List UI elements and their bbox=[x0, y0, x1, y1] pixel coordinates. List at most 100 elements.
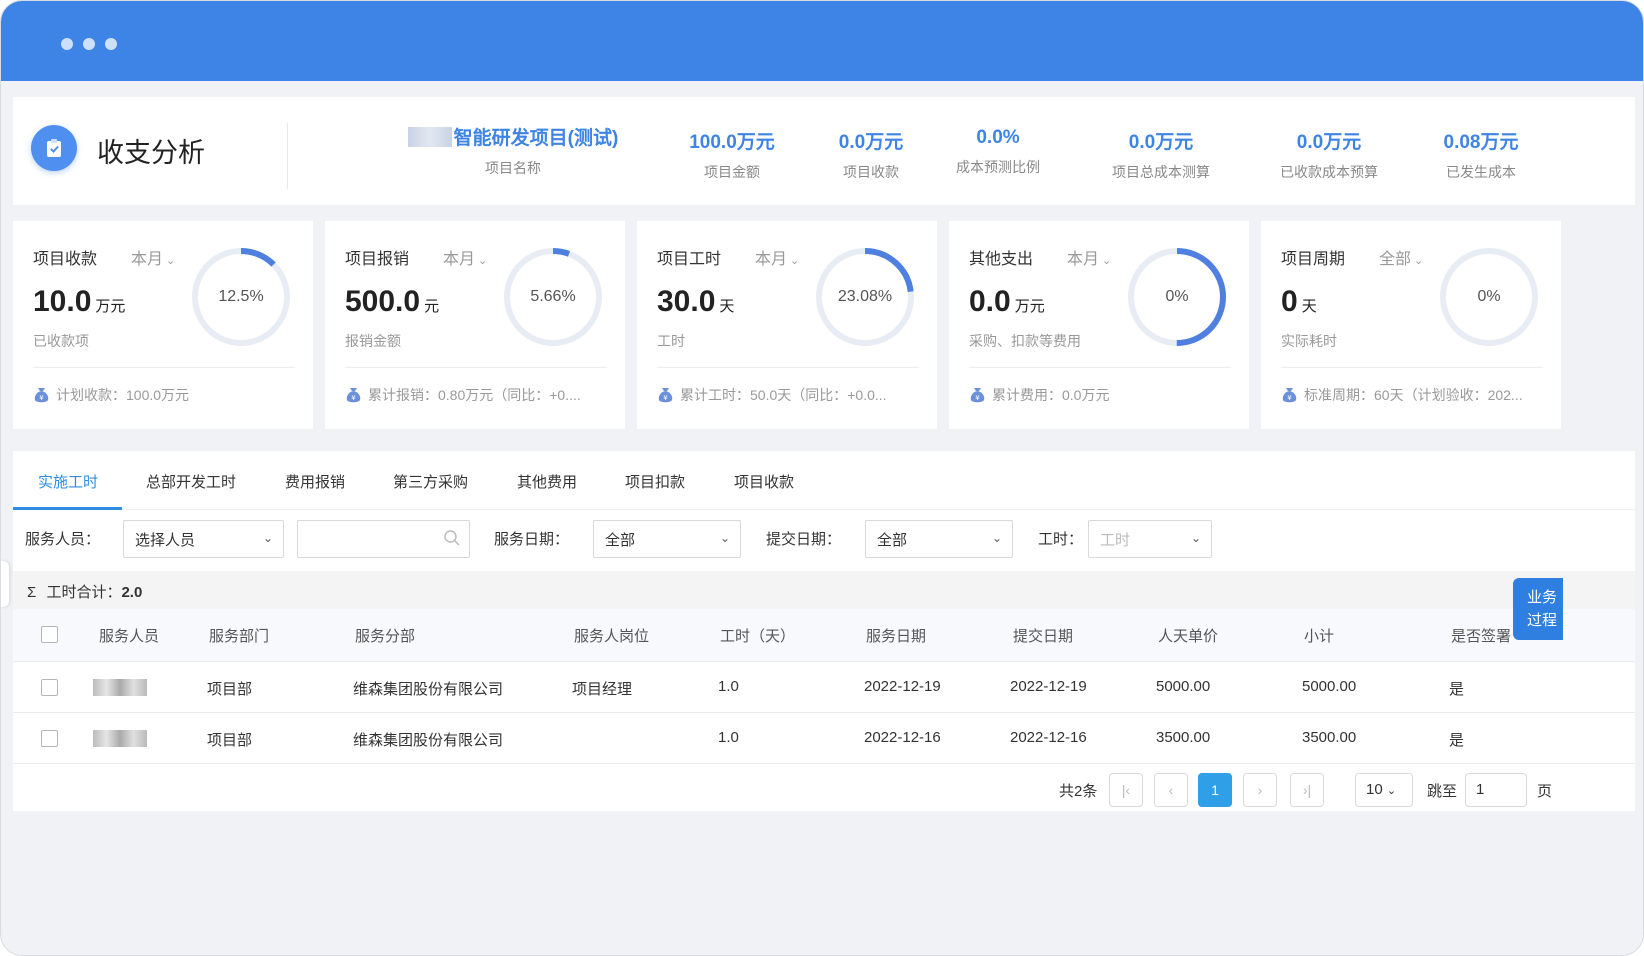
kpi-project-receipts: 0.0万元 项目收款 bbox=[819, 127, 923, 182]
chevron-down-icon: ⌄ bbox=[790, 255, 800, 267]
kpi-value: 0.08万元 bbox=[1443, 132, 1519, 153]
card-value-unit: 万元 bbox=[95, 298, 126, 315]
window-dot-icon[interactable] bbox=[83, 38, 95, 50]
collapse-handle[interactable] bbox=[1, 561, 9, 607]
period-value: 全部 bbox=[1379, 251, 1412, 268]
cell-subtotal: 5000.00 bbox=[1302, 678, 1357, 695]
select-all-checkbox[interactable] bbox=[41, 626, 58, 643]
window-dot-icon[interactable] bbox=[61, 38, 73, 50]
money-bag-icon: ¥ bbox=[658, 388, 673, 403]
progress-percent: 12.5% bbox=[218, 288, 264, 305]
side-tab-line1: 业务 bbox=[1527, 589, 1558, 606]
table-header: 服务人员 服务部门 服务分部 服务人岗位 工时（天） 服务日期 提交日期 人天单… bbox=[13, 609, 1635, 662]
column-header[interactable]: 服务日期 bbox=[866, 625, 926, 646]
column-header[interactable]: 小计 bbox=[1304, 625, 1334, 646]
kpi-project-amount: 100.0万元 项目金额 bbox=[673, 127, 791, 182]
period-select[interactable]: 本月 ⌄ bbox=[131, 245, 175, 269]
column-header[interactable]: 工时（天） bbox=[720, 625, 795, 646]
jump-page-input[interactable]: 1 bbox=[1465, 773, 1527, 807]
tab-other-expenses[interactable]: 其他费用 bbox=[517, 471, 577, 492]
hours-total-bar: Σ 工时合计：2.0 bbox=[13, 571, 1635, 609]
card-value-number: 0 bbox=[1281, 285, 1298, 318]
card-value: 500.0 元 bbox=[345, 285, 439, 319]
period-value: 本月 bbox=[443, 251, 476, 268]
card-footer: ¥ 计划收款：100.0万元 bbox=[33, 385, 301, 405]
hours-select[interactable]: 工时 ⌄ bbox=[1088, 520, 1212, 558]
divider bbox=[33, 367, 295, 368]
project-name[interactable]: 智能研发项目(测试) bbox=[393, 123, 633, 150]
detail-panel: 实施工时 总部开发工时 费用报销 第三方采购 其他费用 项目扣款 项目收款 服务… bbox=[13, 451, 1635, 811]
card-subtitle: 报销金额 bbox=[345, 333, 401, 349]
row-checkbox[interactable] bbox=[41, 679, 58, 696]
tab-project-deductions[interactable]: 项目扣款 bbox=[625, 471, 685, 492]
cell-subtotal: 3500.00 bbox=[1302, 729, 1357, 746]
kpi-caption: 项目金额 bbox=[704, 164, 760, 180]
card-value-number: 0.0 bbox=[969, 285, 1011, 318]
first-page-icon[interactable]: |‹ bbox=[1109, 773, 1143, 807]
stat-card-project-reimbursement: 项目报销 本月 ⌄ 500.0 元报销金额 5.66% ¥ 累计报销：0.80万元（同比：+0… bbox=[325, 221, 625, 429]
filter-bar: 服务人员： 选择人员 ⌄ 服务日期： 全部 ⌄ 提交日期： 全部 ⌄ 工时： 工… bbox=[13, 510, 1635, 570]
hours-total-value: 2.0 bbox=[121, 584, 143, 601]
period-select[interactable]: 全部 ⌄ bbox=[1379, 245, 1423, 269]
progress-percent: 5.66% bbox=[530, 288, 576, 305]
chevron-down-icon: ⌄ bbox=[262, 531, 273, 545]
submit-date-select[interactable]: 全部 ⌄ bbox=[865, 520, 1013, 558]
hours-placeholder: 工时 bbox=[1100, 532, 1131, 549]
progress-percent: 23.08% bbox=[837, 288, 893, 305]
tab-expense-reimbursement[interactable]: 费用报销 bbox=[285, 471, 345, 492]
kpi-caption: 已发生成本 bbox=[1446, 164, 1516, 180]
tab-third-party-purchase[interactable]: 第三方采购 bbox=[393, 471, 468, 492]
period-select[interactable]: 本月 ⌄ bbox=[1067, 245, 1111, 269]
column-header[interactable]: 提交日期 bbox=[1013, 625, 1073, 646]
divider bbox=[345, 367, 607, 368]
tab-hq-dev-hours[interactable]: 总部开发工时 bbox=[146, 471, 236, 492]
progress-percent: 0% bbox=[1165, 288, 1189, 305]
hours-total-label: 工时合计： bbox=[46, 584, 122, 601]
column-header[interactable]: 是否签署 bbox=[1451, 625, 1511, 646]
tab-implementation-hours[interactable]: 实施工时 bbox=[38, 471, 98, 492]
prev-page-icon[interactable]: ‹ bbox=[1154, 773, 1188, 807]
column-header[interactable]: 服务人员 bbox=[99, 625, 159, 646]
column-header[interactable]: 服务人岗位 bbox=[574, 625, 649, 646]
card-title: 项目收款 bbox=[33, 251, 98, 268]
column-header[interactable]: 人天单价 bbox=[1158, 625, 1218, 646]
sigma-icon: Σ bbox=[27, 584, 37, 601]
svg-text:¥: ¥ bbox=[351, 394, 356, 402]
card-subtitle: 已收款项 bbox=[33, 333, 89, 349]
window-dot-icon[interactable] bbox=[105, 38, 117, 50]
column-header[interactable]: 服务部门 bbox=[209, 625, 269, 646]
search-input[interactable] bbox=[297, 520, 470, 558]
kpi-caption: 项目收款 bbox=[843, 164, 899, 180]
service-person-label: 服务人员： bbox=[25, 531, 101, 548]
last-page-icon[interactable]: ›| bbox=[1290, 773, 1324, 807]
hours-label: 工时： bbox=[1038, 531, 1084, 548]
divider bbox=[1281, 367, 1543, 368]
project-name-text: 智能研发项目(测试) bbox=[453, 128, 619, 149]
period-select[interactable]: 本月 ⌄ bbox=[755, 245, 799, 269]
page-size-select[interactable]: 10 ⌄ bbox=[1355, 773, 1413, 807]
divider bbox=[287, 123, 288, 189]
next-page-icon[interactable]: › bbox=[1243, 773, 1277, 807]
cell-signed: 是 bbox=[1449, 732, 1465, 749]
search-icon[interactable] bbox=[443, 529, 461, 551]
period-value: 本月 bbox=[755, 251, 788, 268]
page-number-button[interactable]: 1 bbox=[1198, 773, 1232, 807]
card-title: 项目报销 bbox=[345, 251, 410, 268]
cell-hours: 1.0 bbox=[718, 678, 739, 695]
service-date-select[interactable]: 全部 ⌄ bbox=[593, 520, 741, 558]
service-person-select[interactable]: 选择人员 ⌄ bbox=[123, 520, 284, 558]
row-checkbox[interactable] bbox=[41, 730, 58, 747]
card-value-number: 10.0 bbox=[33, 285, 92, 318]
card-subtitle: 工时 bbox=[657, 333, 685, 349]
table-row[interactable]: 项目部 维森集团股份有限公司 项目经理 1.0 2022-12-19 2022-… bbox=[13, 662, 1635, 713]
cell-service-date: 2022-12-16 bbox=[864, 729, 941, 746]
stat-card-project-hours: 项目工时 本月 ⌄ 30.0 天工时 23.08% ¥ 累计工时：50.0天（同比：+0.0.… bbox=[637, 221, 937, 429]
period-select[interactable]: 本月 ⌄ bbox=[443, 245, 487, 269]
pagination-total: 共2条 bbox=[1059, 783, 1098, 800]
project-info: 智能研发项目(测试) 项目名称 bbox=[393, 123, 633, 178]
page-title: 收支分析 bbox=[97, 138, 205, 168]
tab-project-receipts[interactable]: 项目收款 bbox=[734, 471, 794, 492]
business-process-tab[interactable]: 业务 过程 bbox=[1513, 578, 1563, 640]
column-header[interactable]: 服务分部 bbox=[355, 625, 415, 646]
progress-percent: 0% bbox=[1477, 288, 1501, 305]
